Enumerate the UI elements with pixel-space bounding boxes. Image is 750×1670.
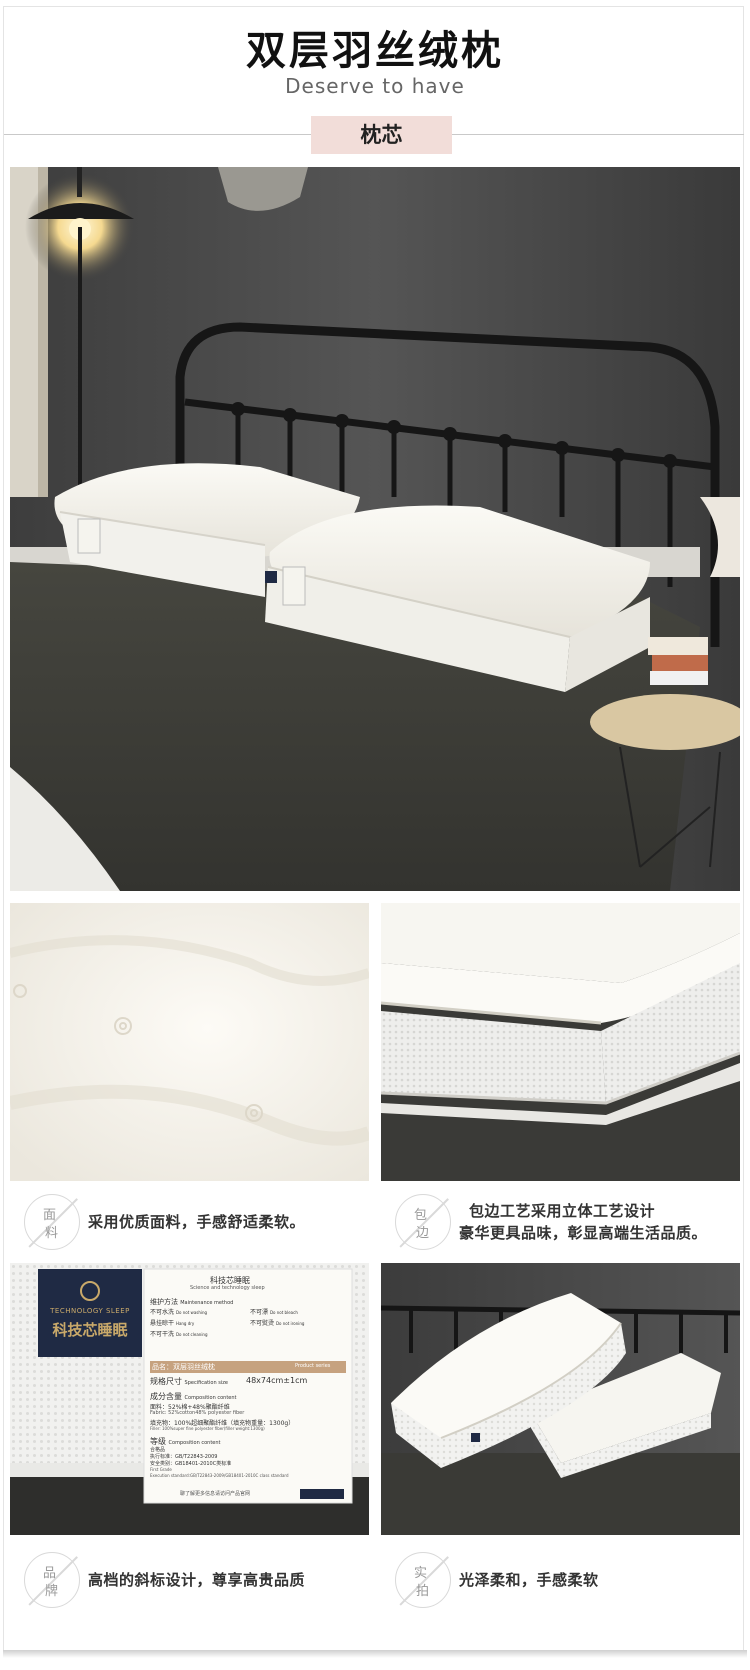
feature-fabric: 面 料 采用优质面料，手感舒适柔软。 bbox=[14, 1188, 369, 1256]
product-label-photo: TECHNOLOGY SLEEP 科技芯睡眠 科技芯睡眠 Science and… bbox=[10, 1263, 369, 1535]
standard-info: 执行标准：GB/T22843-2009 bbox=[150, 1454, 218, 1460]
piping-badge-icon: 包 边 bbox=[395, 1194, 451, 1250]
size-value: 48x74cm±1cm bbox=[246, 1376, 308, 1385]
bottom-shadow bbox=[3, 1650, 747, 1658]
page-subtitle: Deserve to have bbox=[285, 74, 465, 98]
feature-piping: 包 边 包边工艺采用立体工艺设计 豪华更具品味，彰显高端生活品质。 bbox=[385, 1188, 740, 1256]
care-list-right: 不可漂 Do not bleach 不可熨烫 Do not ironing bbox=[250, 1309, 305, 1327]
fabric-badge-icon: 面 料 bbox=[24, 1194, 80, 1250]
maintenance-title: 维护方法 bbox=[150, 1298, 178, 1306]
composition-title-en: Composition content bbox=[184, 1395, 237, 1401]
fabric-closeup-photo bbox=[10, 903, 369, 1181]
feature-piping-text: 包边工艺采用立体工艺设计 豪华更具品味，彰显高端生活品质。 bbox=[459, 1202, 708, 1242]
page-title: 双层羽丝绒枕 bbox=[246, 28, 504, 74]
pillow-real-shot-photo bbox=[381, 1263, 740, 1535]
feature-fabric-text: 采用优质面料，手感舒适柔软。 bbox=[88, 1213, 306, 1231]
size-label: 规格尺寸 bbox=[150, 1377, 182, 1386]
hero-bedroom-photo bbox=[10, 167, 740, 891]
care-list-left: 不可水洗 Do not washing 悬挂晾干 Hang dry 不可干洗 D… bbox=[150, 1309, 208, 1338]
brand-badge-icon: 品 牌 bbox=[24, 1552, 80, 1608]
label-brand-cn: 科技芯睡眠 bbox=[52, 1321, 128, 1339]
standard-info-en: Execution standard:GB/T22843-2009/GB1840… bbox=[150, 1473, 289, 1478]
grade-value: 合格品 bbox=[150, 1447, 166, 1453]
label-brand-en: TECHNOLOGY SLEEP bbox=[50, 1307, 130, 1315]
size-label-en: Specification size bbox=[184, 1380, 228, 1386]
product-series: Product series bbox=[295, 1363, 331, 1369]
pillow-edge-photo bbox=[381, 903, 740, 1181]
label-footer: 聊了解更多信息请访问产品官网 bbox=[180, 1491, 251, 1497]
grade-en: First Grade bbox=[150, 1467, 172, 1472]
real-shot-badge-icon: 实 拍 bbox=[395, 1552, 451, 1608]
feature-real-shot: 实 拍 光泽柔和，手感柔软 bbox=[385, 1546, 740, 1614]
feature-real-shot-text: 光泽柔和，手感柔软 bbox=[459, 1571, 599, 1589]
feature-brand-text: 高档的斜标设计，尊享高贵品质 bbox=[88, 1571, 306, 1589]
tag-header-en: Science and technology sleep bbox=[190, 1285, 265, 1291]
feature-brand: 品 牌 高档的斜标设计，尊享高贵品质 bbox=[14, 1546, 369, 1614]
composition-title: 成分含量 bbox=[150, 1392, 182, 1401]
fabric-info-en: Fabric: 52%cotton48% polyester fiber bbox=[150, 1410, 245, 1416]
maintenance-title-en: Maintenance method bbox=[180, 1300, 234, 1306]
standard-info-2: 安全类别：GB18401-2010C类标准 bbox=[150, 1461, 232, 1467]
grade-title: 等级 bbox=[150, 1437, 166, 1446]
product-name: 品名：双层羽丝绒枕 bbox=[152, 1363, 215, 1371]
section-tag: 枕芯 bbox=[311, 116, 452, 154]
filler-info-en: Filler: 100%super fine polyester fiber(f… bbox=[150, 1426, 265, 1431]
grade-title-en: Composition content bbox=[168, 1440, 221, 1446]
